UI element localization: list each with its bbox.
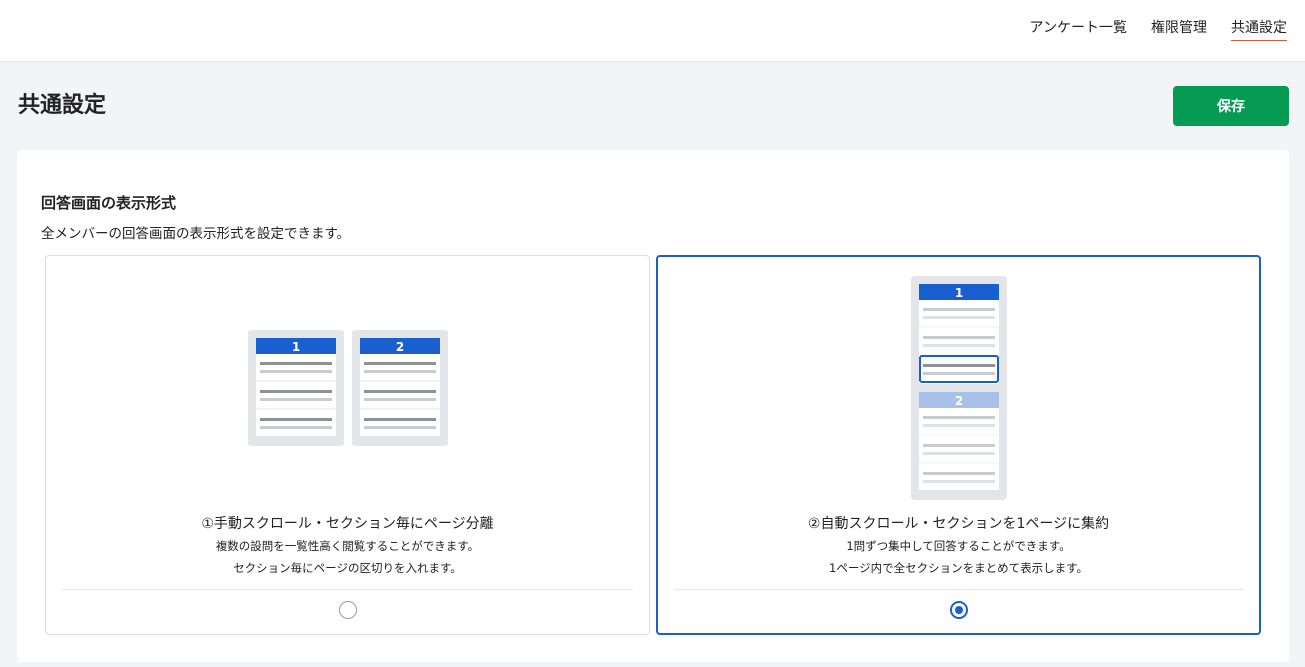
option-description-line: セクション毎にページの区切りを入れます。 <box>233 561 462 575</box>
option-radio-manual-scroll[interactable] <box>338 601 357 619</box>
nav-item-permissions[interactable]: 権限管理 <box>1151 18 1207 41</box>
paged-layout-icon: 1 2 <box>247 330 448 446</box>
section-number-1: 1 <box>954 286 962 300</box>
option-card-manual-scroll[interactable]: 1 2 ①手動スクロール・セクション毎にページ分離 複数の設問を一覧性高く閲覧す… <box>45 255 650 635</box>
single-page-layout-icon: 1 2 <box>910 276 1007 500</box>
option-radio-auto-scroll[interactable] <box>949 601 968 619</box>
nav-item-common-settings[interactable]: 共通設定 <box>1231 18 1287 41</box>
section-title: 回答画面の表示形式 <box>41 194 177 212</box>
section-number-2: 2 <box>954 394 962 408</box>
top-bar: アンケート一覧 権限管理 共通設定 <box>0 0 1305 62</box>
option-title: ①手動スクロール・セクション毎にページ分離 <box>201 516 494 532</box>
option-title: ②自動スクロール・セクションを1ページに集約 <box>807 516 1110 532</box>
option-card-auto-scroll[interactable]: 1 2 ②自動スクロール・セクションを1ページに集約 1問ずつ集中して回答するこ… <box>656 255 1261 635</box>
settings-panel: 回答画面の表示形式 全メンバーの回答画面の表示形式を設定できます。 1 2 ①手… <box>17 150 1289 662</box>
divider <box>674 589 1243 590</box>
option-description-line: 1問ずつ集中して回答することができます。 <box>846 539 1071 553</box>
page-number-2: 2 <box>395 340 403 354</box>
option-description-line: 複数の設問を一覧性高く閲覧することができます。 <box>215 539 480 553</box>
page-number-1: 1 <box>291 340 299 354</box>
single-page-layout-illustration: 1 2 <box>658 276 1259 500</box>
divider <box>62 589 633 590</box>
section-description: 全メンバーの回答画面の表示形式を設定できます。 <box>41 226 351 242</box>
page-title: 共通設定 <box>18 93 107 118</box>
nav-item-survey-list[interactable]: アンケート一覧 <box>1030 18 1127 41</box>
save-button[interactable]: 保存 <box>1173 86 1289 126</box>
paged-layout-illustration: 1 2 <box>46 330 649 446</box>
top-nav: アンケート一覧 権限管理 共通設定 <box>1030 18 1287 41</box>
option-description-line: 1ページ内で全セクションをまとめて表示します。 <box>829 561 1088 575</box>
